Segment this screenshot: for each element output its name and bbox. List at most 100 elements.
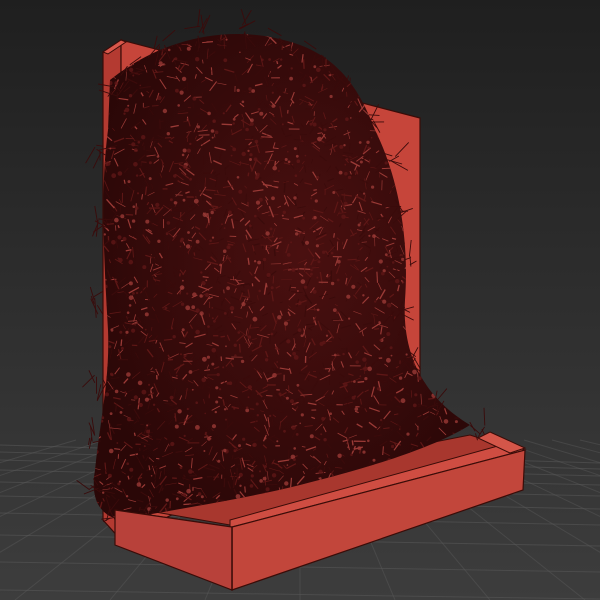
foliage-leaf — [211, 236, 215, 239]
foliage-leaf — [232, 117, 236, 121]
foliage-leaf — [286, 253, 291, 257]
foliage-leaf — [250, 474, 254, 478]
foliage-leaf — [170, 441, 175, 447]
foliage-leaf — [192, 292, 197, 298]
foliage-leaf — [263, 465, 267, 468]
foliage-leaf — [350, 453, 353, 457]
foliage-leaf — [362, 450, 366, 454]
foliage-leaf — [357, 223, 361, 227]
foliage-leaf — [191, 388, 194, 391]
foliage-leaf — [228, 257, 231, 260]
foliage-leaf — [177, 104, 180, 107]
foliage-leaf — [322, 340, 326, 345]
foliage-leaf — [214, 130, 219, 135]
foliage-leaf — [216, 373, 220, 377]
foliage-leaf — [317, 260, 321, 264]
foliage-leaf — [276, 361, 279, 363]
foliage-leaf — [315, 244, 319, 248]
foliage-leaf — [236, 88, 240, 92]
foliage-leaf — [249, 484, 254, 488]
foliage-leaf — [329, 94, 333, 99]
foliage-leaf — [289, 262, 292, 265]
foliage-leaf — [286, 464, 289, 466]
foliage-leaf — [395, 279, 400, 284]
foliage-leaf — [228, 210, 232, 215]
foliage-leaf — [245, 406, 249, 410]
foliage-twig — [125, 213, 134, 216]
foliage-twig — [220, 300, 223, 307]
foliage-leaf — [271, 473, 277, 478]
foliage-leaf — [200, 271, 203, 274]
foliage-leaf — [309, 434, 314, 439]
foliage-leaf — [128, 281, 133, 286]
foliage-twig — [247, 172, 250, 177]
foliage-leaf — [358, 141, 362, 144]
foliage-leaf — [107, 473, 112, 478]
foliage-leaf — [186, 46, 191, 51]
foliage-leaf — [225, 418, 227, 421]
foliage-leaf — [391, 261, 395, 264]
foliage-leaf — [213, 319, 216, 323]
foliage-leaf — [207, 325, 210, 328]
foliage-leaf — [252, 316, 258, 322]
foliage-leaf — [211, 362, 215, 366]
foliage-leaf — [120, 214, 125, 219]
foliage-leaf — [367, 439, 370, 443]
3d-viewport[interactable] — [0, 0, 600, 600]
foliage-leaf — [165, 498, 169, 502]
foliage-leaf — [405, 353, 408, 356]
foliage-leaf — [293, 147, 297, 151]
foliage-leaf — [259, 470, 261, 473]
foliage-leaf — [174, 57, 178, 61]
foliage-leaf — [259, 111, 264, 116]
foliage-leaf — [145, 219, 150, 224]
foliage-leaf — [347, 175, 352, 180]
foliage-leaf — [351, 395, 356, 400]
foliage-twig — [146, 150, 153, 152]
foliage-leaf — [346, 294, 351, 299]
foliage-leaf — [215, 386, 219, 390]
foliage-leaf — [186, 488, 191, 494]
foliage-leaf — [292, 351, 296, 356]
foliage-leaf — [241, 302, 246, 307]
foliage-leaf — [290, 67, 293, 70]
foliage-leaf — [269, 414, 272, 417]
foliage-leaf — [203, 499, 206, 502]
foliage-leaf — [359, 160, 363, 164]
foliage-leaf — [353, 380, 356, 383]
foliage-leaf — [238, 444, 241, 448]
foliage-leaf — [270, 332, 274, 336]
foliage-leaf — [144, 328, 147, 331]
foliage-leaf — [105, 161, 111, 166]
foliage-leaf — [210, 129, 215, 133]
foliage-leaf — [367, 146, 371, 150]
foliage-twig — [212, 205, 219, 208]
foliage-leaf — [302, 216, 305, 220]
foliage-leaf — [183, 354, 187, 358]
foliage-leaf — [119, 411, 123, 414]
foliage-leaf — [144, 397, 149, 402]
foliage-leaf — [222, 249, 227, 253]
foliage-leaf — [272, 165, 278, 171]
foliage-twig — [116, 423, 122, 426]
foliage-leaf — [131, 219, 136, 223]
foliage-leaf — [192, 471, 194, 473]
foliage-leaf — [119, 330, 123, 334]
foliage-leaf — [225, 38, 228, 41]
foliage-twig — [167, 242, 170, 250]
foliage-leaf — [333, 353, 337, 357]
foliage-fringe-twig — [368, 114, 380, 116]
foliage-leaf — [212, 119, 216, 123]
foliage-leaf — [143, 445, 146, 448]
foliage-leaf — [148, 161, 152, 165]
foliage-leaf — [108, 345, 112, 349]
foliage-leaf — [368, 234, 371, 237]
foliage-leaf — [359, 222, 362, 224]
foliage-leaf — [282, 210, 286, 214]
foliage-leaf — [168, 444, 171, 447]
foliage-leaf — [185, 305, 191, 311]
foliage-leaf — [210, 210, 214, 215]
foliage-leaf — [167, 48, 171, 52]
foliage-leaf — [181, 328, 185, 332]
foliage-leaf — [414, 393, 418, 397]
